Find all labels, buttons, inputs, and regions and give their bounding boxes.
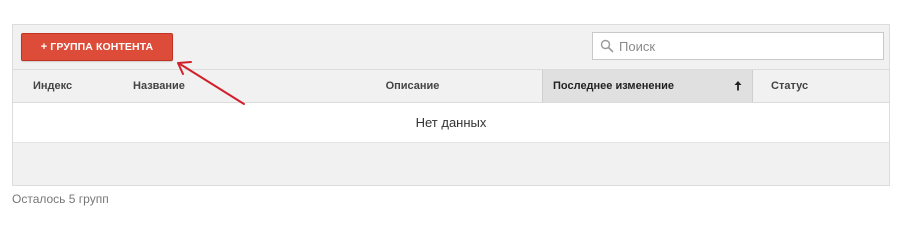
search-input[interactable] [619,38,883,54]
column-header-status-label: Статус [771,80,809,92]
add-plus: + [40,41,48,53]
sort-up-arrow-icon [734,80,742,92]
add-content-group-label: ГРУППА КОНТЕНТА [50,41,154,53]
column-header-last-modified-label: Последнее изменение [553,80,674,92]
content-groups-panel: + ГРУППА КОНТЕНТА Индекс Название Описан… [12,24,890,186]
column-header-name[interactable]: Название [133,70,283,102]
search-box[interactable] [592,32,884,60]
column-header-name-label: Название [133,80,185,92]
empty-message: Нет данных [415,115,487,130]
column-header-last-modified[interactable]: Последнее изменение [542,70,753,102]
column-header-index-label: Индекс [33,80,73,92]
add-content-group-button[interactable]: + ГРУППА КОНТЕНТА [21,33,173,61]
column-header-description-label: Описание [385,80,440,92]
column-header-index[interactable]: Индекс [13,70,133,102]
toolbar: + ГРУППА КОНТЕНТА [13,25,889,69]
column-header-description[interactable]: Описание [283,70,542,102]
search-icon [600,39,614,53]
table-footer [13,143,889,185]
remaining-groups-text: Осталось 5 групп [12,192,109,206]
empty-table-row: Нет данных [13,103,889,143]
table-header: Индекс Название Описание Последнее измен… [13,69,889,103]
column-header-status[interactable]: Статус [753,70,891,102]
